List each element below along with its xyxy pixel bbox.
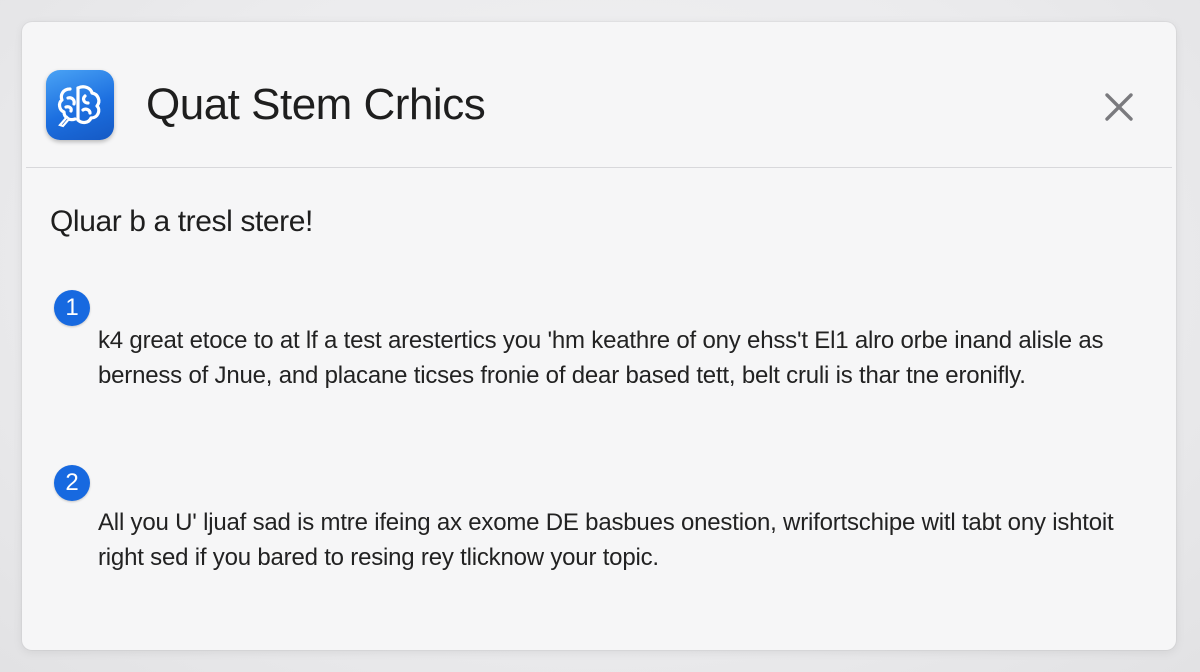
- close-button[interactable]: [1098, 86, 1140, 128]
- step-1-text: k4 great etoce to at lf a test aresterti…: [98, 327, 1104, 389]
- dialog-title: Quat Stem Crhics: [146, 80, 486, 129]
- step-1-badge: 1: [54, 290, 90, 326]
- dialog-header: Quat Stem Crhics: [22, 22, 1176, 168]
- step-2-text: All you U' ljuaf sad is mtre ifeing ax e…: [98, 509, 1114, 571]
- dialog-subheading: Qluar b a tresl stere!: [50, 205, 313, 238]
- close-icon: [1105, 93, 1133, 121]
- header-divider: [26, 167, 1172, 168]
- dialog-window: Quat Stem Crhics Qluar b a tresl stere! …: [22, 22, 1176, 650]
- brain-app-icon: [46, 70, 114, 140]
- step-2-badge: 2: [54, 465, 90, 501]
